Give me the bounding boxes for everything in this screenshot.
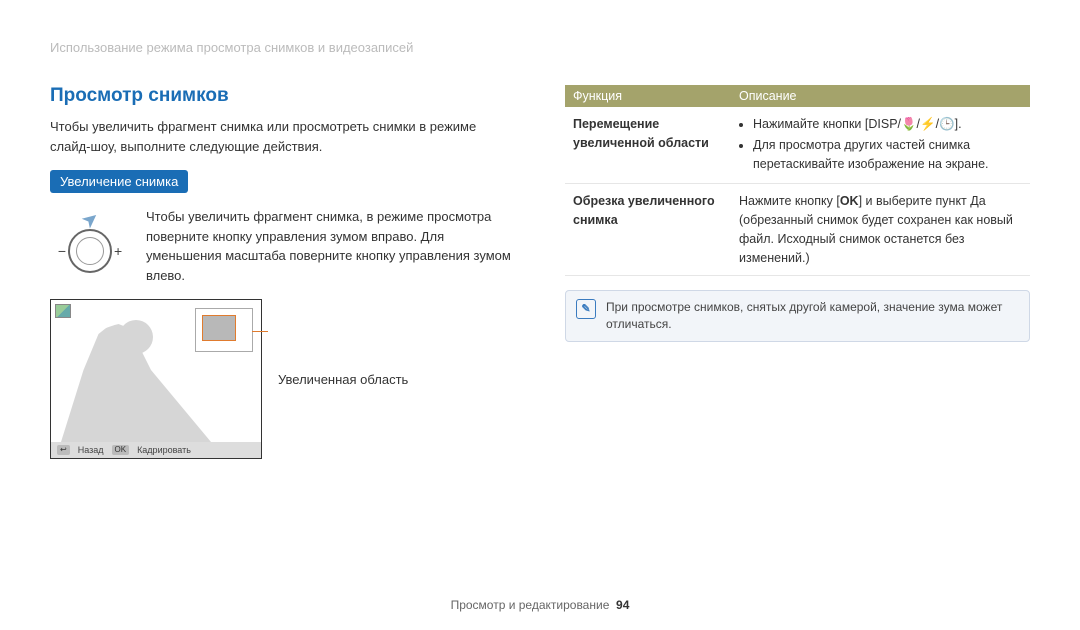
- back-key-label: Назад: [78, 445, 104, 455]
- back-key-icon: ↩: [57, 445, 70, 455]
- desc-move-enlarged: Нажимайте кнопки [DISP/🌷/⚡/🕒]. Для просм…: [731, 107, 1030, 184]
- zoom-dial-illustration: ➤ − +: [50, 207, 130, 273]
- ok-key-label: Кадрировать: [137, 445, 191, 455]
- note-box: ✎ При просмотре снимков, снятых другой к…: [565, 290, 1030, 342]
- zoom-instruction: Чтобы увеличить фрагмент снимка, в режим…: [146, 207, 515, 285]
- plus-sign: +: [114, 243, 122, 259]
- note-text: При просмотре снимков, снятых другой кам…: [606, 299, 1019, 333]
- function-table: Функция Описание Перемещение увеличенной…: [565, 85, 1030, 276]
- enlarged-area-minimap: [195, 308, 253, 352]
- page-number: 94: [616, 598, 629, 612]
- preview-softkey-bar: ↩ Назад OK Кадрировать: [51, 442, 261, 458]
- enlarged-area-rect: [202, 315, 236, 341]
- callout-leader-line: [252, 331, 268, 332]
- ok-key-icon: OK: [112, 445, 130, 455]
- note-icon: ✎: [576, 299, 596, 319]
- bullet-item: Для просмотра других частей снимка перет…: [753, 136, 1022, 174]
- left-column: Просмотр снимков Чтобы увеличить фрагмен…: [50, 85, 515, 459]
- th-function: Функция: [565, 85, 731, 107]
- enlarged-area-label: Увеличенная область: [278, 372, 408, 387]
- section-path: Использование режима просмотра снимков и…: [50, 40, 1030, 55]
- preview-illustration: ↩ Назад OK Кадрировать: [50, 299, 262, 459]
- subheading-pill: Увеличение снимка: [50, 170, 188, 193]
- fn-move-enlarged: Перемещение увеличенной области: [565, 107, 731, 184]
- footer-section: Просмотр и редактирование: [451, 598, 610, 612]
- silhouette-head: [119, 320, 153, 354]
- page-footer: Просмотр и редактирование 94: [0, 598, 1080, 612]
- intro-text: Чтобы увеличить фрагмент снимка или прос…: [50, 117, 515, 156]
- desc-crop-enlarged: Нажмите кнопку [OK] и выберите пункт Да …: [731, 184, 1030, 276]
- table-row: Обрезка увеличенного снимка Нажмите кноп…: [565, 184, 1030, 276]
- th-description: Описание: [731, 85, 1030, 107]
- fn-crop-enlarged: Обрезка увеличенного снимка: [565, 184, 731, 276]
- bullet-item: Нажимайте кнопки [DISP/🌷/⚡/🕒].: [753, 115, 1022, 134]
- table-row: Перемещение увеличенной области Нажимайт…: [565, 107, 1030, 184]
- page-heading: Просмотр снимков: [50, 85, 515, 107]
- image-thumb-icon: [55, 304, 71, 318]
- minus-sign: −: [58, 243, 66, 259]
- zoom-dial-icon: [68, 229, 112, 273]
- right-column: Функция Описание Перемещение увеличенной…: [565, 85, 1030, 459]
